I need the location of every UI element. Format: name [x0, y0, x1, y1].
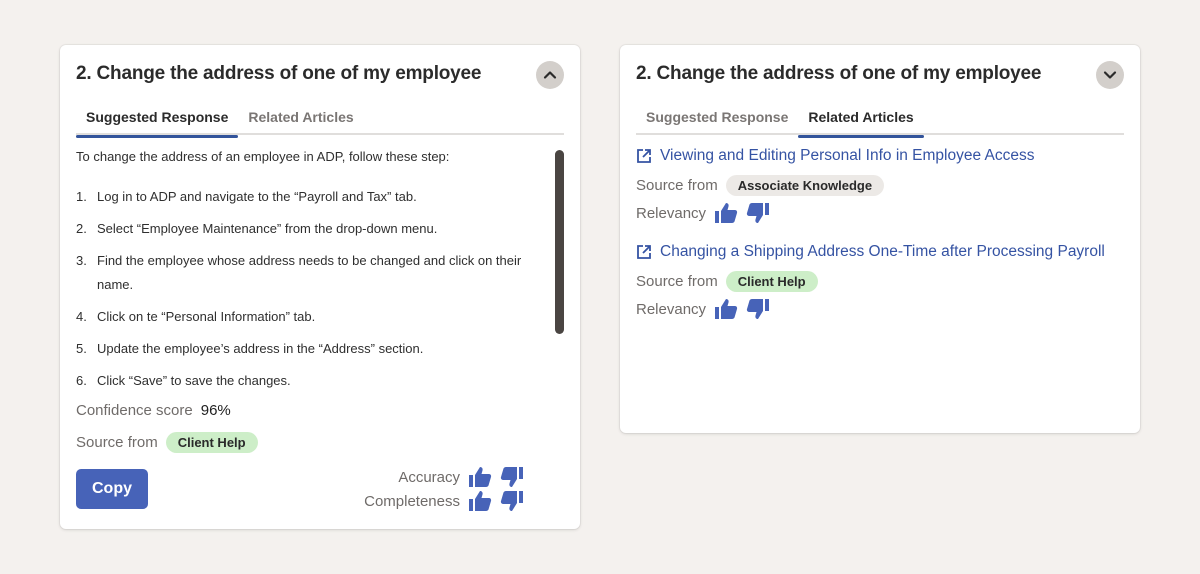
list-item: 5. Update the employee’s address in the “… [76, 341, 424, 356]
chevron-up-icon [543, 71, 557, 79]
thumbs-down-icon[interactable] [500, 490, 524, 512]
accuracy-rating: Accuracy [398, 466, 524, 488]
article-source-row: Source from Associate Knowledge [636, 173, 1124, 197]
scrollbar[interactable] [555, 150, 564, 334]
list-item: 2. Select “Employee Maintenance” from the… [76, 221, 438, 236]
thumbs-up-icon[interactable] [714, 202, 738, 224]
collapse-button[interactable] [536, 61, 564, 89]
confidence-label: Confidence score [76, 402, 193, 419]
relevancy-row: Relevancy [636, 201, 1124, 225]
tab-suggested-response[interactable]: Suggested Response [636, 105, 798, 135]
list-item: 6. Click “Save” to save the changes. [76, 373, 291, 388]
relevancy-row: Relevancy [636, 297, 1124, 321]
thumbs-up-icon[interactable] [468, 490, 492, 512]
chevron-down-icon [1103, 71, 1117, 79]
article-item: Viewing and Editing Personal Info in Emp… [636, 147, 1124, 225]
article-source-row: Source from Client Help [636, 269, 1124, 293]
source-label: Source from [636, 272, 718, 290]
list-item: 1. Log in to ADP and navigate to the “Pay… [76, 189, 417, 204]
source-label: Source from [636, 176, 718, 194]
steps-list: 1. Log in to ADP and navigate to the “Pay… [76, 185, 548, 393]
completeness-label: Completeness [364, 492, 460, 510]
thumbs-up-icon[interactable] [468, 466, 492, 488]
source-badge: Client Help [165, 432, 258, 453]
source-label: Source from [76, 434, 158, 451]
related-articles-card: 2. Change the address of one of my emplo… [620, 45, 1140, 433]
list-item: 3. Find the employee whose address needs … [76, 253, 522, 292]
external-link-icon [637, 149, 651, 163]
confidence-value: 96% [200, 402, 231, 419]
response-text-area[interactable]: To change the address of an employee in … [76, 145, 548, 395]
thumbs-up-icon[interactable] [714, 298, 738, 320]
confidence-row: Confidence score 96% [76, 402, 231, 419]
tab-related-articles[interactable]: Related Articles [238, 105, 363, 135]
thumbs-down-icon[interactable] [500, 466, 524, 488]
accuracy-label: Accuracy [398, 468, 460, 486]
external-link-icon [637, 245, 651, 259]
article-title: Changing a Shipping Address One-Time aft… [660, 243, 1105, 260]
relevancy-label: Relevancy [636, 204, 707, 222]
thumbs-down-icon[interactable] [746, 298, 770, 320]
tab-related-articles[interactable]: Related Articles [798, 105, 925, 138]
thumbs-down-icon[interactable] [746, 202, 770, 224]
source-row: Source from Client Help [76, 432, 258, 453]
tab-bar: Suggested Response Related Articles [76, 105, 564, 138]
source-badge: Associate Knowledge [725, 174, 885, 196]
article-title: Viewing and Editing Personal Info in Emp… [660, 147, 1035, 164]
completeness-rating: Completeness [364, 490, 524, 512]
card-title: 2. Change the address of one of my emplo… [636, 63, 1042, 84]
expand-button[interactable] [1096, 61, 1124, 89]
list-item: 4. Click on te “Personal Information” tab… [76, 309, 316, 324]
tab-suggested-response[interactable]: Suggested Response [76, 105, 239, 138]
source-badge: Client Help [725, 270, 818, 292]
suggested-response-card: 2. Change the address of one of my emplo… [60, 45, 580, 529]
article-item: Changing a Shipping Address One-Time aft… [636, 243, 1124, 321]
tab-bar: Suggested Response Related Articles [636, 105, 1124, 138]
response-intro: To change the address of an employee in … [76, 149, 450, 164]
article-link[interactable]: Viewing and Editing Personal Info in Emp… [636, 147, 1124, 165]
card-title: 2. Change the address of one of my emplo… [76, 63, 482, 84]
article-link[interactable]: Changing a Shipping Address One-Time aft… [636, 243, 1124, 261]
copy-button[interactable]: Copy [76, 469, 148, 509]
relevancy-label: Relevancy [636, 300, 707, 318]
